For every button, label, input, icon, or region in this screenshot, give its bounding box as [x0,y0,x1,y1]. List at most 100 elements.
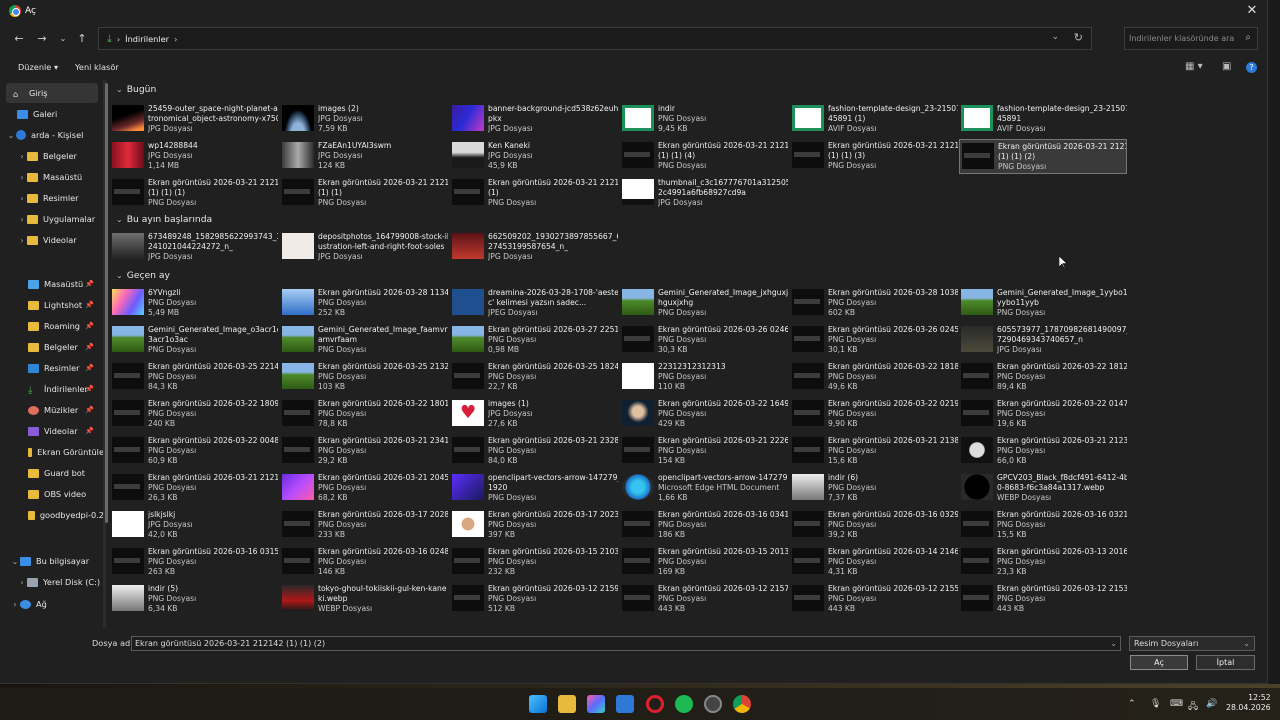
file-item[interactable]: Ken Kaneki JPG Dosyası 45,9 KB [450,139,618,174]
expand-chevron-icon[interactable]: ⌄ [10,557,20,566]
file-item[interactable]: Ekran görüntüsü 2026-03-21 212300 PNG Dos… [959,434,1127,469]
breadcrumb-downloads[interactable]: İndirilenler [125,34,169,44]
file-item[interactable]: Ekran görüntüsü 2026-03-21 212142 (1) (1)… [620,139,788,174]
file-item[interactable]: Ekran görüntüsü 2026-03-28 113453 PNG Dos… [280,286,448,321]
file-item[interactable]: fashion-template-design_23-21507 45891 (1… [790,102,958,137]
file-item[interactable]: Ekran görüntüsü 2026-03-22 181202 PNG Dos… [959,360,1127,395]
file-item[interactable]: images (2) JPG Dosyası 7,59 KB [280,102,448,137]
file-item[interactable]: Ekran görüntüsü 2026-03-14 214648 PNG Dos… [790,545,958,580]
collapse-chevron-icon[interactable]: ⌄ [116,215,123,224]
file-item[interactable]: Ekran görüntüsü 2026-03-21 212142 PNG Dos… [110,471,278,506]
file-item[interactable]: Ekran görüntüsü 2026-03-22 164959 PNG Dos… [620,397,788,432]
microsoft-365-icon[interactable] [587,695,605,713]
file-item[interactable]: Ekran görüntüsü 2026-03-21 212142 (1) (1)… [790,139,958,174]
file-item[interactable]: dreamina-2026-03-28-1708-'aesteti c' keli… [450,286,618,321]
file-item[interactable]: Ekran görüntüsü 2026-03-25 213230 PNG Dos… [280,360,448,395]
sidebar-item-videos[interactable]: › Videolar [0,230,104,250]
file-item[interactable]: 662509202_1930273897855667_6886274531995… [450,230,618,265]
quick-access-guard-bot[interactable]: Guard bot [0,463,104,483]
scrollbar-thumb[interactable] [105,83,108,523]
file-item[interactable]: Gemini_Generated_Image_jxhguxjx hguxjxhg P… [620,286,788,321]
file-item[interactable]: 22312312312313 PNG Dosyası 110 KB [620,360,788,395]
file-explorer-icon[interactable] [558,695,576,713]
breadcrumb-separator-icon[interactable]: › [117,34,120,44]
file-item[interactable]: Ekran görüntüsü 2026-03-12 215958 PNG Dos… [450,582,618,617]
start-menu-icon[interactable] [529,695,547,713]
expand-chevron-icon[interactable]: › [17,152,27,161]
file-item[interactable]: GPCV203_Black_f8dcf491-6412-4bc 0-8683-f6… [959,471,1127,506]
breadcrumb-separator-icon[interactable]: › [174,34,177,44]
steam-icon[interactable] [704,695,722,713]
file-item[interactable]: Ekran görüntüsü 2026-03-12 215724 PNG Dos… [620,582,788,617]
collapse-chevron-icon[interactable]: ⌄ [116,85,123,94]
quick-access-lightshot[interactable]: Lightshot 📌 [0,295,104,315]
file-item[interactable]: 6YVngzli PNG Dosyası 5,49 MB [110,286,278,321]
file-item[interactable]: Ekran görüntüsü 2026-03-16 024844 PNG Dos… [280,545,448,580]
expand-chevron-icon[interactable]: ⌄ [6,131,16,140]
file-item[interactable]: Ekran görüntüsü 2026-03-21 204529 PNG Dos… [280,471,448,506]
forward-arrow-icon[interactable]: → [34,31,50,47]
volume-icon[interactable]: 🔊 [1206,699,1217,709]
quick-access-music[interactable]: Müzikler 📌 [0,400,104,420]
file-item[interactable]: indir (5) PNG Dosyası 6,34 KB [110,582,278,617]
file-item[interactable]: banner-background-jcd538z62euhf pkx JPG Do… [450,102,618,137]
file-item[interactable]: indir (6) PNG Dosyası 7,37 KB [790,471,958,506]
spotify-icon[interactable] [675,695,693,713]
close-icon[interactable]: ✕ [1244,3,1260,18]
file-item[interactable]: Ekran görüntüsü 2026-03-22 181843 PNG Dos… [790,360,958,395]
quick-access-roaming[interactable]: Roaming 📌 [0,316,104,336]
expand-chevron-icon[interactable]: › [17,194,27,203]
file-item[interactable]: Ekran görüntüsü 2026-03-15 210335 PNG Dos… [450,545,618,580]
file-item[interactable]: Ekran görüntüsü 2026-03-16 034150 PNG Dos… [620,508,788,543]
preview-pane-icon[interactable]: ▣ [1222,61,1231,72]
file-item[interactable]: 605573977_17870982681490097_278729046934… [959,323,1127,358]
file-item[interactable]: Ekran görüntüsü 2026-03-13 201632 PNG Dos… [959,545,1127,580]
sidebar-item-apps[interactable]: › Uygulamalar [0,209,104,229]
keyboard-icon[interactable]: ⌨ [1170,699,1183,709]
file-item[interactable]: Ekran görüntüsü 2026-03-26 024507 PNG Dos… [790,323,958,358]
address-bar[interactable]: ⤓ › İndirilenler › ⌄ ↻ [98,27,1092,50]
file-item[interactable]: Ekran görüntüsü 2026-03-25 221457 PNG Dos… [110,360,278,395]
file-item[interactable]: Ekran görüntüsü 2026-03-21 213814 PNG Dos… [790,434,958,469]
sidebar-item-home[interactable]: ⌂ Giriş [6,83,98,103]
filetype-select[interactable]: Resim Dosyaları ⌄ [1129,636,1255,651]
file-item[interactable]: Gemini_Generated_Image_1yybo11 yybo11yyb P… [959,286,1127,321]
file-item[interactable]: images (1)JPG Dosyası27,6 KB [450,397,618,432]
file-item[interactable]: Gemini_Generated_Image_o3acr1o 3acr1o3ac P… [110,323,278,358]
search-input[interactable] [1125,28,1235,49]
filename-field[interactable]: Ekran görüntüsü 2026-03-21 212142 (1) (1… [131,636,1121,651]
help-icon[interactable]: ? [1246,62,1257,73]
quick-access-pictures[interactable]: Resimler 📌 [0,358,104,378]
file-item[interactable]: jslkjslkj JPG Dosyası 42,0 KB [110,508,278,543]
file-item[interactable]: Ekran görüntüsü 2026-03-21 212142 (1) PNG … [450,176,618,211]
file-item[interactable]: Ekran görüntüsü 2026-03-16 031514 PNG Dos… [110,545,278,580]
file-item[interactable]: Ekran görüntüsü 2026-03-26 024639 PNG Dos… [620,323,788,358]
expand-chevron-icon[interactable]: › [10,600,20,609]
quick-access-documents[interactable]: Belgeler 📌 [0,337,104,357]
address-dropdown-icon[interactable]: ⌄ [1051,32,1059,42]
group-header-early-month[interactable]: ⌄ Bu ayın başlarında [116,214,212,225]
sidebar-item-desktop[interactable]: › Masaüstü [0,167,104,187]
sidebar-item-onedrive[interactable]: ⌄ arda - Kişisel [0,125,104,145]
file-item[interactable]: tokyo-ghoul-tokiiskii-gul-ken-kane ki.web… [280,582,448,617]
refresh-icon[interactable]: ↻ [1074,31,1083,44]
file-item[interactable]: Ekran görüntüsü 2026-03-21 234159 PNG Dos… [280,434,448,469]
file-item[interactable]: fashion-template-design_23-21507 45891 AVI… [959,102,1127,137]
group-header-last-month[interactable]: ⌄ Geçen ay [116,270,170,281]
file-item[interactable]: Ekran görüntüsü 2026-03-17 202347 PNG Dos… [450,508,618,543]
file-item[interactable]: Ekran görüntüsü 2026-03-28 103800 PNG Dos… [790,286,958,321]
sidebar-item-this-pc[interactable]: ⌄ Bu bilgisayar [0,551,104,571]
expand-chevron-icon[interactable]: › [17,236,27,245]
file-item[interactable]: Ekran görüntüsü 2026-03-21 212142 (1) (1)… [280,176,448,211]
tray-overflow-icon[interactable]: ⌃ [1128,699,1136,709]
file-item[interactable]: Ekran görüntüsü 2026-03-22 014703 PNG Dos… [959,397,1127,432]
network-status-icon[interactable]: 🖧 [1188,699,1198,715]
file-item[interactable]: Ekran görüntüsü 2026-03-16 032928 PNG Dos… [790,508,958,543]
view-options-icon[interactable]: ▦ ▾ [1185,61,1203,72]
file-item[interactable]: indir PNG Dosyası 9,45 KB [620,102,788,137]
open-button[interactable]: Aç [1130,655,1188,670]
file-item[interactable]: openclipart-vectors-arrow-147279_ 1920 PNG… [450,471,618,506]
file-item[interactable]: Ekran görüntüsü 2026-03-22 004854 PNG Dos… [110,434,278,469]
clock[interactable]: 12:52 28.04.2026 [1226,693,1271,713]
expand-chevron-icon[interactable]: › [17,215,27,224]
